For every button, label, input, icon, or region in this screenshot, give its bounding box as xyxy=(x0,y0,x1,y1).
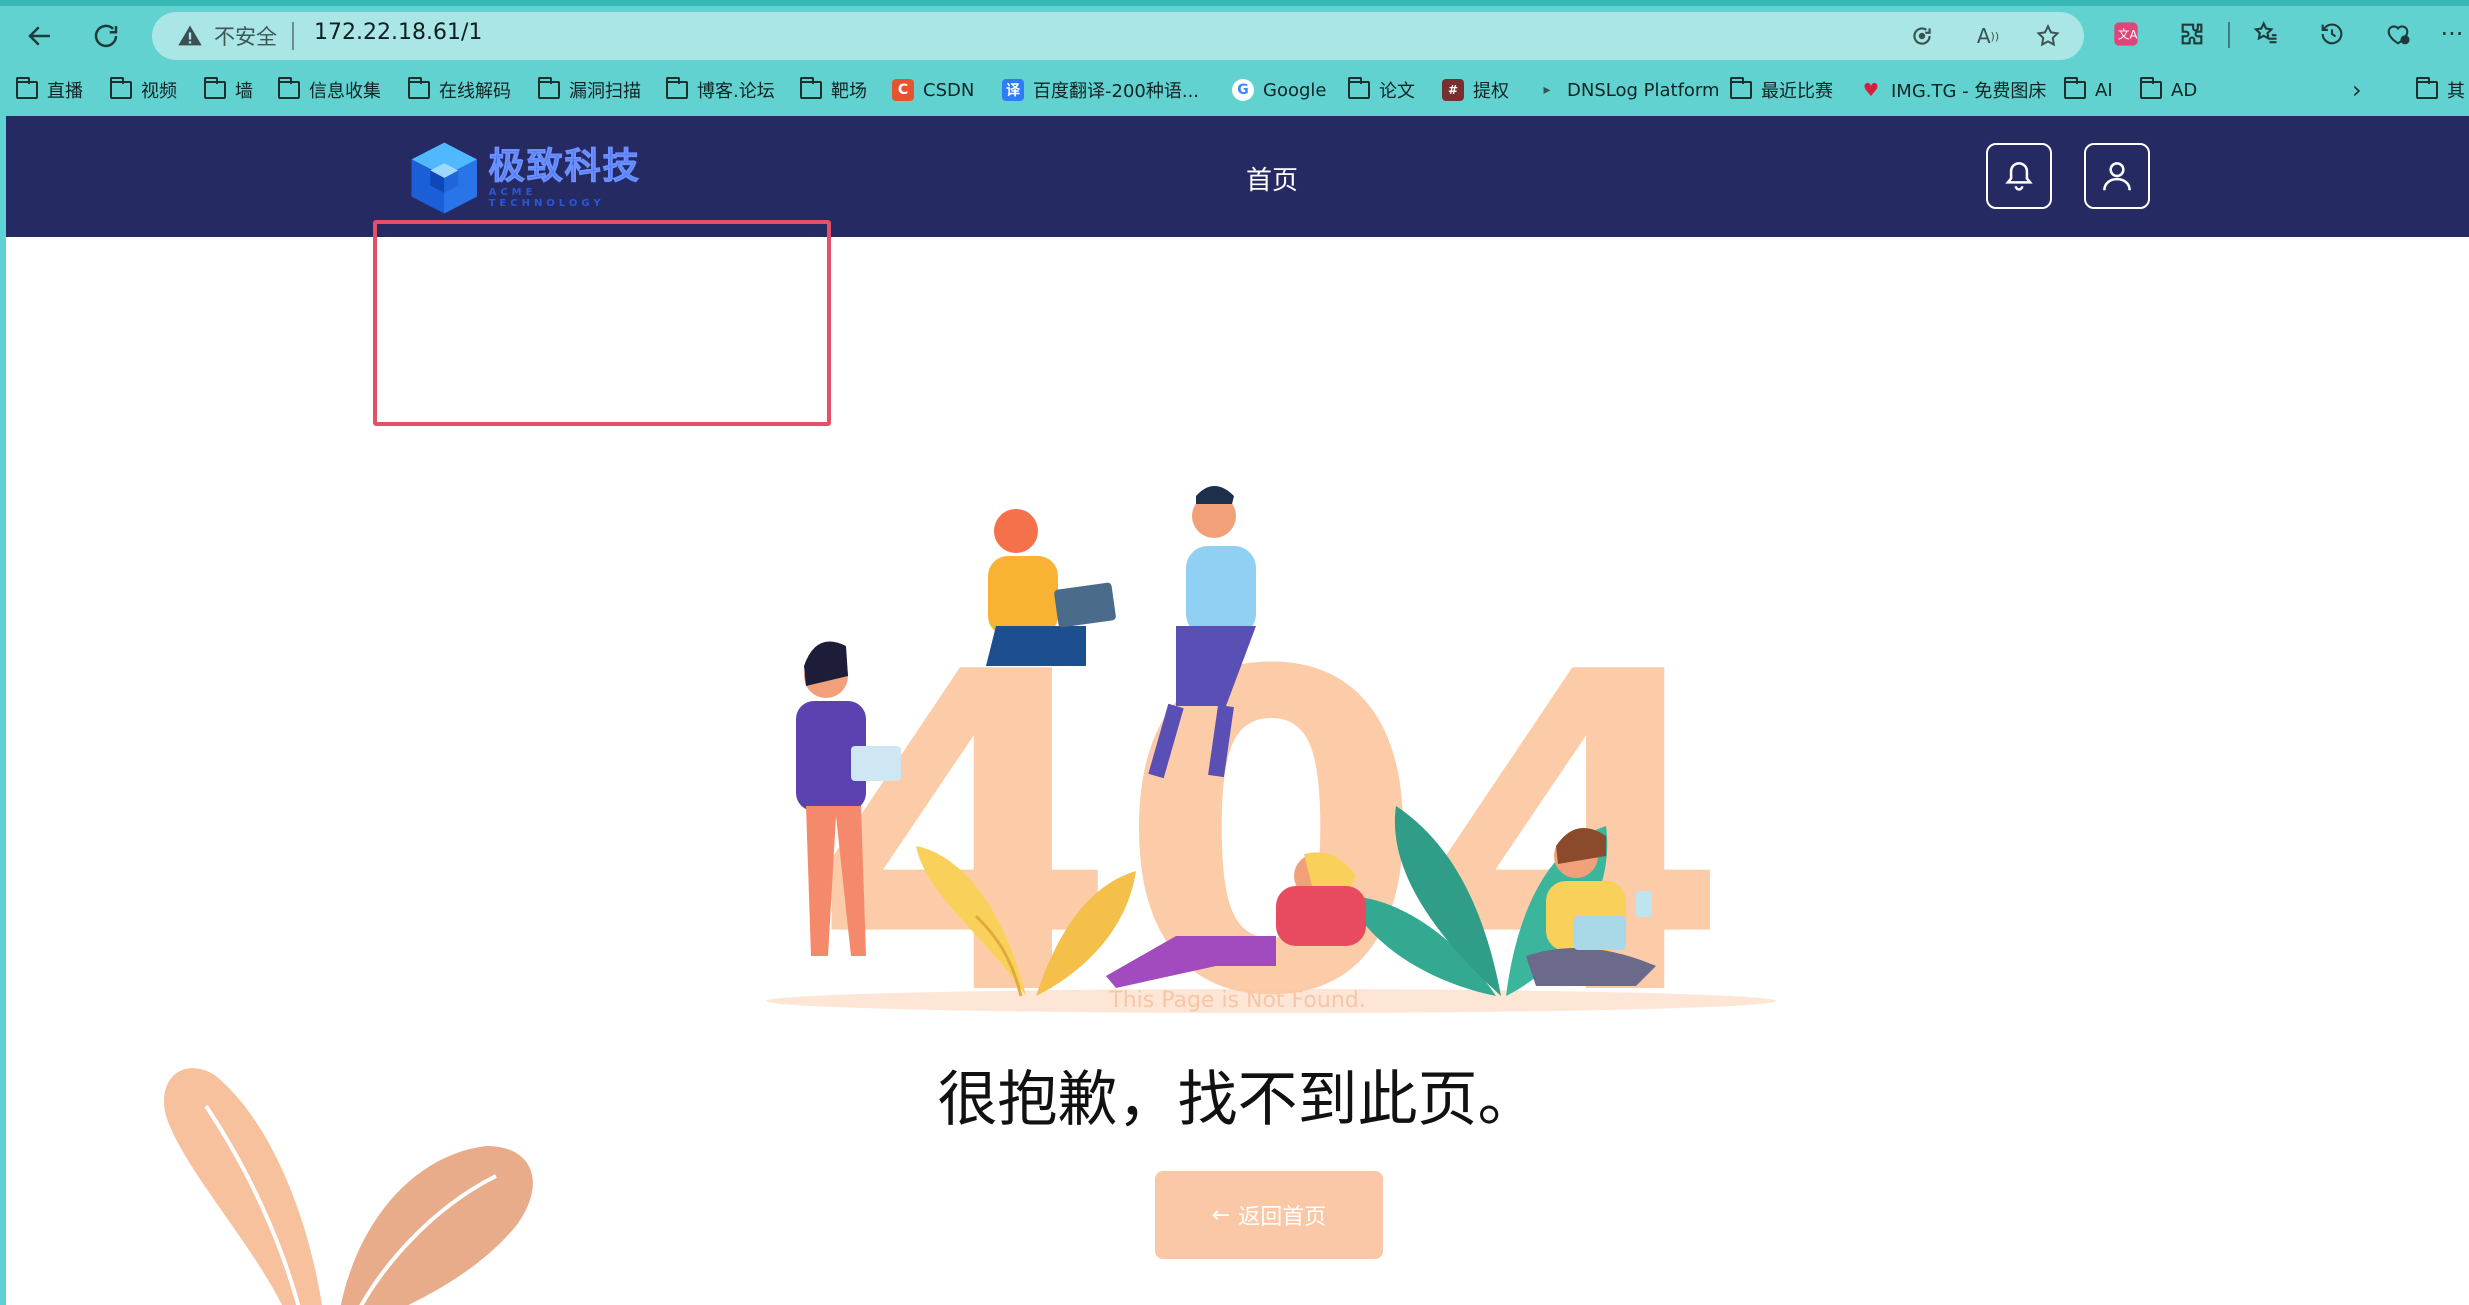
folder-icon xyxy=(16,77,38,99)
bookmark-item[interactable]: 直播 xyxy=(16,76,83,104)
folder-icon xyxy=(1730,77,1752,99)
bookmark-item[interactable]: # 提权 xyxy=(1442,76,1509,104)
bell-icon xyxy=(2005,162,2033,191)
back-icon[interactable] xyxy=(18,14,62,58)
not-found-english: This Page is Not Found. xyxy=(1109,988,1366,1013)
folder-icon xyxy=(204,77,226,99)
folder-icon xyxy=(110,77,132,99)
site-logo[interactable]: 极致科技 ACME TECHNOLOGY xyxy=(408,136,648,220)
url-text[interactable]: 172.22.18.61/1 xyxy=(314,20,482,45)
folder-icon xyxy=(408,77,430,99)
bookmarks-bar: 直播 视频 墙 信息收集 在线解码 漏洞扫描 博客.论坛 靶场 C CSDN 译百… xyxy=(0,70,2469,110)
grid-icon: # xyxy=(1442,79,1464,101)
window-top-strip xyxy=(0,0,2469,6)
toolbar-divider xyxy=(2228,22,2230,48)
arrow-left-icon: ← xyxy=(1211,1202,1231,1228)
notification-button[interactable] xyxy=(1986,143,2052,209)
folder-icon xyxy=(2064,77,2086,99)
folder-icon xyxy=(666,77,688,99)
address-separator xyxy=(292,22,294,50)
bookmark-item[interactable]: 论文 xyxy=(1348,76,1415,104)
translator-extension-icon[interactable]: 文A xyxy=(2108,16,2144,52)
logo-name: 极致科技 xyxy=(488,146,641,187)
folder-icon xyxy=(2416,77,2438,99)
404-illustration: 404 xyxy=(766,486,1776,1036)
web-page: 极致科技 ACME TECHNOLOGY 首页 404 This Page is… xyxy=(6,116,2469,1305)
security-status[interactable]: 不安全 xyxy=(214,21,277,51)
heart-icon: ♥ xyxy=(1862,79,1880,101)
csdn-icon: C xyxy=(892,79,914,101)
logo-subtitle: ACME TECHNOLOGY xyxy=(488,187,605,209)
decorative-leaves xyxy=(164,1068,533,1305)
bookmark-item[interactable]: 墙 xyxy=(204,76,253,104)
site-header: 极致科技 ACME TECHNOLOGY 首页 xyxy=(6,116,2469,237)
folder-icon xyxy=(2140,77,2162,99)
back-home-label: 返回首页 xyxy=(1238,1205,1327,1230)
browser-essentials-icon[interactable] xyxy=(2380,16,2416,52)
bookmark-item[interactable]: ♥ IMG.TG - 免费图床 xyxy=(1860,76,2046,104)
svg-text:文A: 文A xyxy=(2118,28,2138,42)
folder-icon xyxy=(278,77,300,99)
bookmark-item[interactable]: C CSDN xyxy=(892,76,974,104)
folder-icon xyxy=(1348,77,1370,99)
extensions-icon[interactable] xyxy=(2174,16,2210,52)
read-aloud-icon[interactable]: A)) xyxy=(1974,22,2002,50)
bookmark-item[interactable]: 最近比赛 xyxy=(1730,76,1833,104)
bookmark-item[interactable]: ▸ DNSLog Platform xyxy=(1536,76,1719,104)
chevron-right-icon[interactable]: › xyxy=(2352,76,2362,104)
user-icon xyxy=(2103,162,2131,191)
dnslog-icon: ▸ xyxy=(1543,82,1551,98)
bookmark-overflow-folder[interactable]: 其 xyxy=(2416,76,2465,104)
bookmark-item[interactable]: 译百度翻译-200种语... xyxy=(1002,76,1199,104)
nav-home-link[interactable]: 首页 xyxy=(1246,160,1298,197)
more-menu-icon[interactable]: ··· xyxy=(2438,16,2466,52)
baidu-translate-icon: 译 xyxy=(1002,79,1024,101)
favorite-star-icon[interactable] xyxy=(2034,22,2062,50)
bookmark-item[interactable]: AI xyxy=(2064,76,2113,104)
warning-icon xyxy=(178,25,202,46)
folder-icon xyxy=(800,77,822,99)
address-bar[interactable]: 不安全 172.22.18.61/1 A)) xyxy=(152,12,2084,60)
cube-logo-icon xyxy=(411,142,477,214)
bookmark-item[interactable]: 信息收集 xyxy=(278,76,381,104)
reload-icon[interactable] xyxy=(84,14,128,58)
browser-chrome: 不安全 172.22.18.61/1 A)) 文A ··· 直播 视频 墙 信息… xyxy=(0,0,2469,116)
bookmark-item[interactable]: 靶场 xyxy=(800,76,867,104)
bookmark-item[interactable]: 视频 xyxy=(110,76,177,104)
bookmark-item[interactable]: AD xyxy=(2140,76,2197,104)
translate-page-icon[interactable] xyxy=(1908,22,1936,50)
bookmark-item[interactable]: 漏洞扫描 xyxy=(538,76,641,104)
favorites-icon[interactable] xyxy=(2248,16,2284,52)
bookmark-item[interactable]: G Google xyxy=(1232,76,1326,104)
history-icon[interactable] xyxy=(2314,16,2350,52)
back-home-button[interactable]: ← 返回首页 xyxy=(1155,1171,1383,1259)
bookmark-item[interactable]: 博客.论坛 xyxy=(666,76,775,104)
google-icon: G xyxy=(1232,79,1254,101)
user-account-button[interactable] xyxy=(2084,143,2150,209)
folder-icon xyxy=(538,77,560,99)
bookmark-item[interactable]: 在线解码 xyxy=(408,76,511,104)
